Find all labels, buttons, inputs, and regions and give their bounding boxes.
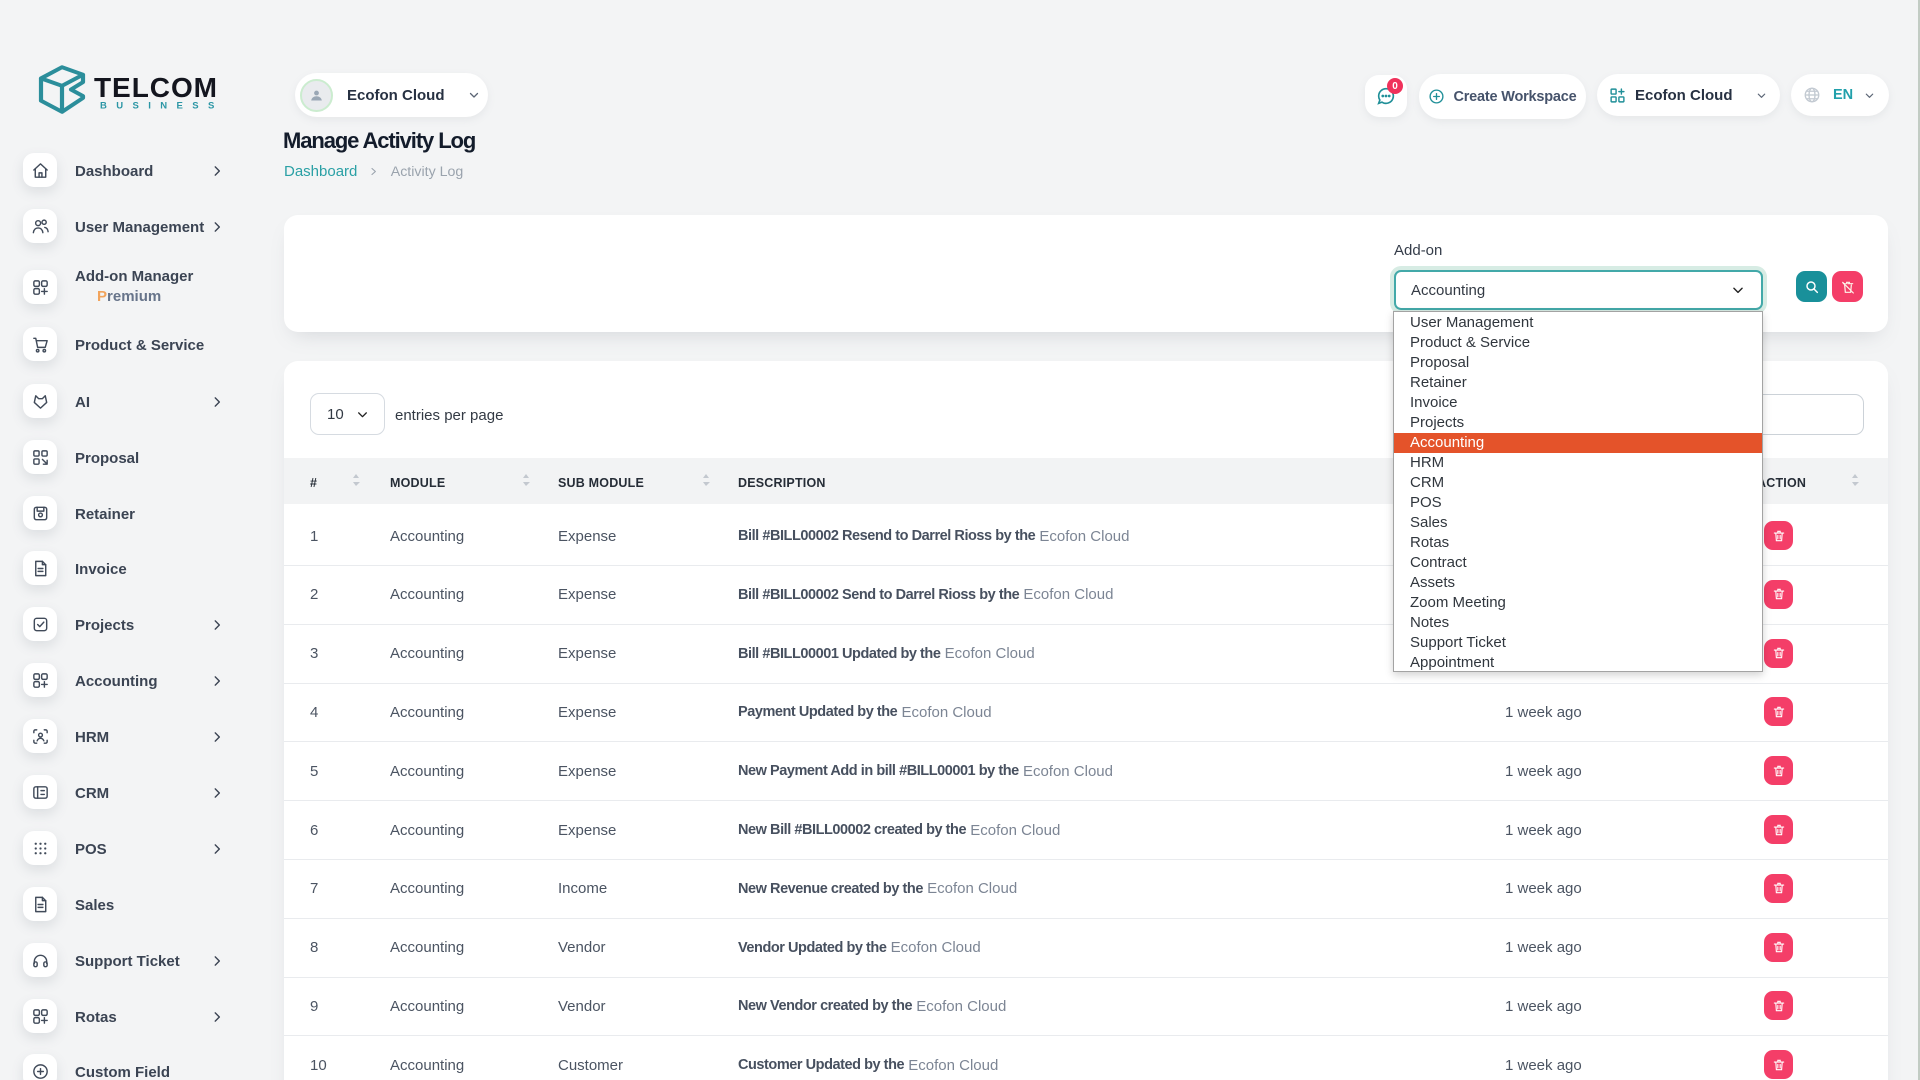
svg-text:BUSINESS: BUSINESS [100,101,223,112]
svg-text:TELCOM: TELCOM [94,72,216,103]
